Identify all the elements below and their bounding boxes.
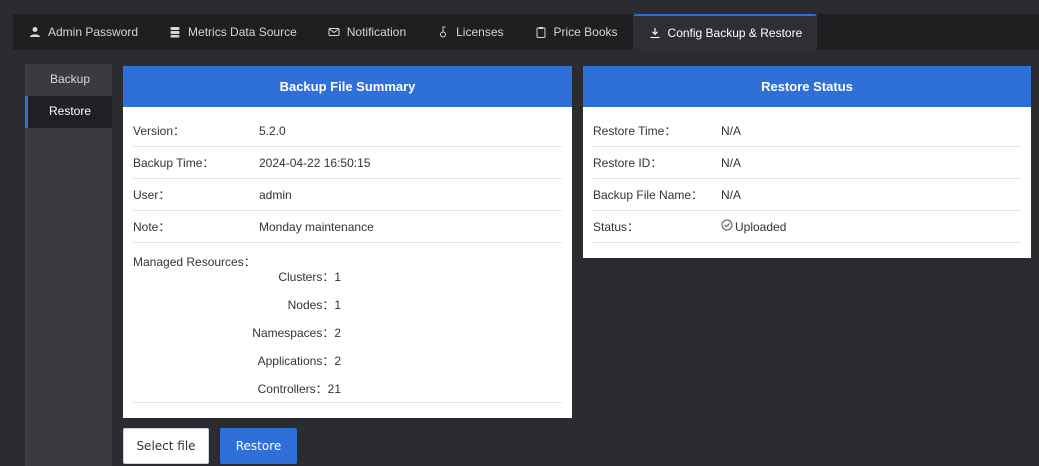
summary-row-version: Version： 5.2.0 — [133, 115, 562, 147]
row-value: 2024-04-22 16:50:15 — [259, 155, 371, 170]
resource-count-controllers: Controllers：21 — [257, 382, 341, 396]
backup-summary-rows: Version： 5.2.0 Backup Time： 2024-04-22 1… — [123, 107, 572, 403]
status-row-status: Status： Uploaded — [593, 211, 1021, 243]
row-value: Monday maintenance — [259, 219, 374, 234]
row-key: Status： — [593, 220, 640, 234]
resource-count-applications: Applications：2 — [257, 354, 341, 368]
check-circle-icon — [721, 219, 733, 234]
row-key: Backup Time： — [133, 156, 215, 170]
status-value: Uploaded — [721, 219, 1021, 234]
tab-price-books[interactable]: Price Books — [519, 14, 633, 50]
backup-file-summary-card: Backup File Summary Version： 5.2.0 Backu… — [123, 66, 572, 418]
app-root: Admin Password Metrics Data Source Notif… — [0, 0, 1039, 466]
user-icon — [28, 25, 42, 39]
row-key: Backup File Name： — [593, 188, 704, 202]
tab-notification[interactable]: Notification — [312, 14, 421, 50]
select-file-button[interactable]: Select file — [123, 428, 209, 464]
status-row-backup-file-name: Backup File Name： N/A — [593, 179, 1021, 211]
clipboard-icon — [534, 25, 548, 39]
restore-status-card: Restore Status Restore Time： N/A Restore… — [583, 66, 1031, 258]
status-text: Uploaded — [735, 219, 787, 234]
resource-count-nodes: Nodes：1 — [287, 298, 341, 312]
tab-label: Config Backup & Restore — [667, 26, 803, 40]
summary-row-backup-time: Backup Time： 2024-04-22 16:50:15 — [133, 147, 562, 179]
summary-row-note: Note： Monday maintenance — [133, 211, 562, 243]
tab-label: Licenses — [456, 25, 504, 39]
restore-status-rows: Restore Time： N/A Restore ID： N/A Backup… — [583, 107, 1031, 243]
managed-resources: Managed Resources： Clusters：1 Nodes：1 Na… — [133, 243, 562, 403]
status-row-restore-time: Restore Time： N/A — [593, 115, 1021, 147]
tab-admin-password[interactable]: Admin Password — [13, 14, 153, 50]
row-key: Version： — [133, 124, 186, 138]
row-key: Restore ID： — [593, 156, 663, 170]
backup-summary-title: Backup File Summary — [123, 66, 572, 107]
row-key: Note： — [133, 220, 171, 234]
status-row-restore-id: Restore ID： N/A — [593, 147, 1021, 179]
tab-label: Price Books — [553, 25, 618, 39]
tab-label: Metrics Data Source — [188, 25, 297, 39]
row-value: admin — [259, 187, 292, 202]
download-icon — [648, 26, 662, 40]
row-value: 5.2.0 — [259, 123, 286, 138]
resource-count-clusters: Clusters：1 — [278, 270, 341, 284]
backup-restore-subnav: Backup Restore — [25, 64, 112, 466]
managed-resources-list: Clusters：1 Nodes：1 Namespaces：2 Applicat… — [133, 263, 353, 403]
key-icon — [436, 25, 450, 39]
tab-config-backup-restore[interactable]: Config Backup & Restore — [632, 14, 818, 50]
database-icon — [168, 25, 182, 39]
tab-metrics-data-source[interactable]: Metrics Data Source — [153, 14, 312, 50]
resource-count-namespaces: Namespaces：2 — [252, 326, 341, 340]
row-key: User： — [133, 188, 171, 202]
restore-button[interactable]: Restore — [220, 428, 297, 464]
settings-tabbar: Admin Password Metrics Data Source Notif… — [13, 14, 1039, 50]
mail-icon — [327, 25, 341, 39]
subnav-item-backup[interactable]: Backup — [25, 64, 112, 96]
tab-label: Admin Password — [48, 25, 139, 39]
row-value: N/A — [721, 187, 742, 202]
row-key: Restore Time： — [593, 124, 677, 138]
summary-row-user: User： admin — [133, 179, 562, 211]
row-value: N/A — [721, 123, 742, 138]
row-value: N/A — [721, 155, 742, 170]
tab-label: Notification — [346, 25, 407, 39]
tab-licenses[interactable]: Licenses — [421, 14, 518, 50]
subnav-item-restore[interactable]: Restore — [25, 96, 112, 128]
restore-status-title: Restore Status — [583, 66, 1031, 107]
